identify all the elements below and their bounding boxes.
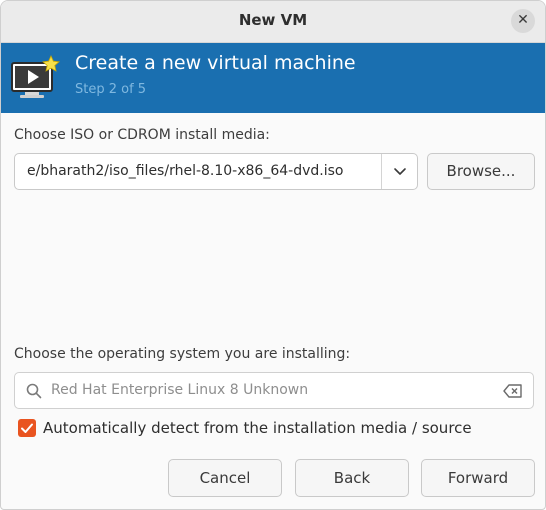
banner-title: Create a new virtual machine [75,52,356,74]
backspace-icon[interactable] [503,383,523,399]
close-button[interactable]: ✕ [511,9,535,33]
os-search-input[interactable]: Red Hat Enterprise Linux 8 Unknown [51,373,308,408]
forward-button[interactable]: Forward [421,459,535,497]
install-media-combobox[interactable]: e/bharath2/iso_files/rhel-8.10-x86_64-dv… [14,153,418,190]
back-button[interactable]: Back [295,459,409,497]
titlebar: New VM ✕ [1,1,545,43]
chevron-down-icon[interactable] [382,154,418,189]
autodetect-label[interactable]: Automatically detect from the installati… [43,419,472,437]
autodetect-checkbox[interactable] [18,419,36,437]
install-media-label: Choose ISO or CDROM install media: [14,127,270,143]
close-icon: ✕ [517,12,529,28]
cancel-button[interactable]: Cancel [168,459,282,497]
wizard-banner: Create a new virtual machine Step 2 of 5 [1,43,545,113]
window-title: New VM [238,11,308,29]
step-indicator: Step 2 of 5 [75,82,147,97]
browse-button[interactable]: Browse... [427,153,535,190]
install-media-path[interactable]: e/bharath2/iso_files/rhel-8.10-x86_64-dv… [27,154,377,189]
new-vm-icon [11,55,60,98]
os-label: Choose the operating system you are inst… [14,346,351,362]
os-search-field[interactable]: Red Hat Enterprise Linux 8 Unknown [14,372,534,409]
search-icon [26,383,42,399]
new-vm-dialog: New VM ✕ Create a new virtual machine St… [0,0,546,510]
checkmark-icon [21,423,33,433]
